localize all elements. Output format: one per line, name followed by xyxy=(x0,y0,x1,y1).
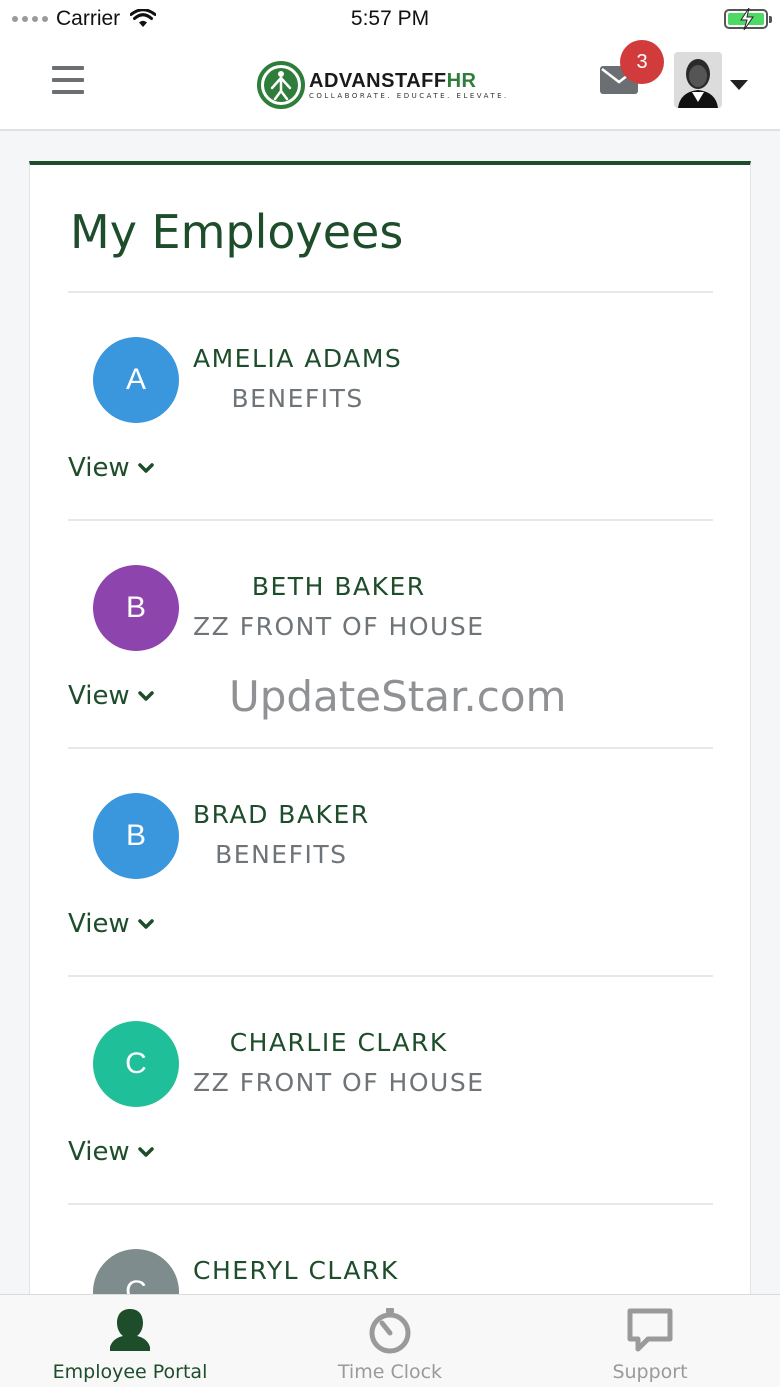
employees-card: My Employees A AMELIA ADAMS BENEFITS Vie… xyxy=(29,161,751,1387)
status-bar: Carrier 5:57 PM xyxy=(0,0,780,40)
person-icon xyxy=(110,1309,150,1351)
employee-department: BENEFITS xyxy=(215,840,348,869)
logo-mark-icon xyxy=(257,61,305,109)
view-employee-button[interactable]: View xyxy=(68,453,154,483)
tab-support[interactable]: Support xyxy=(520,1295,780,1387)
view-employee-button[interactable]: View xyxy=(68,909,154,939)
chevron-down-icon xyxy=(137,463,154,473)
page-title: My Employees xyxy=(70,205,404,259)
view-employee-button[interactable]: View xyxy=(68,681,154,711)
employee-name: BRAD BAKER xyxy=(193,800,370,829)
logo-name-main: ADVANSTAFF xyxy=(309,69,447,92)
user-photo-icon xyxy=(674,52,722,108)
bottom-tab-bar: Employee Portal Time Clock Support xyxy=(0,1294,780,1387)
chevron-down-icon xyxy=(137,691,154,701)
employee-item: A AMELIA ADAMS BENEFITS View xyxy=(68,293,713,521)
status-time: 5:57 PM xyxy=(350,7,430,30)
view-label: View xyxy=(68,909,130,939)
tab-time-clock[interactable]: Time Clock xyxy=(260,1295,520,1387)
employee-name: BETH BAKER xyxy=(251,572,426,601)
employee-department: ZZ FRONT OF HOUSE xyxy=(193,612,485,641)
employee-name: CHERYL CLARK xyxy=(193,1256,399,1285)
employee-name: CHARLIE CLARK xyxy=(229,1028,448,1057)
employee-avatar: B xyxy=(93,565,179,651)
profile-avatar[interactable] xyxy=(674,52,722,108)
employee-name: AMELIA ADAMS xyxy=(193,344,403,373)
view-employee-button[interactable]: View xyxy=(68,1137,154,1167)
employee-department: BENEFITS xyxy=(231,384,364,413)
view-label: View xyxy=(68,1137,130,1167)
notification-badge[interactable]: 3 xyxy=(620,40,664,84)
view-label: View xyxy=(68,453,130,483)
employee-item: C CHARLIE CLARK ZZ FRONT OF HOUSE View xyxy=(68,977,713,1205)
chat-bubble-icon xyxy=(627,1308,673,1352)
watermark-text: UpdateStar.com xyxy=(229,672,567,721)
employee-avatar: C xyxy=(93,1021,179,1107)
logo-tagline: COLLABORATE. EDUCATE. ELEVATE. xyxy=(309,91,509,100)
battery-charging-icon xyxy=(724,8,772,30)
app-header: ADVANSTAFFHR COLLABORATE. EDUCATE. ELEVA… xyxy=(0,40,780,131)
chevron-down-icon xyxy=(137,919,154,929)
tab-label: Time Clock xyxy=(337,1361,443,1383)
chevron-down-icon xyxy=(137,1147,154,1157)
advanstaffhr-logo: ADVANSTAFFHR COLLABORATE. EDUCATE. ELEVA… xyxy=(257,60,527,110)
caret-down-icon[interactable] xyxy=(730,80,748,90)
hamburger-icon[interactable] xyxy=(52,66,84,94)
logo-name-accent: HR xyxy=(446,69,477,92)
view-label: View xyxy=(68,681,130,711)
employee-department: ZZ FRONT OF HOUSE xyxy=(193,1068,485,1097)
tab-label: Employee Portal xyxy=(52,1361,208,1383)
employee-item: B BRAD BAKER BENEFITS View xyxy=(68,749,713,977)
employee-avatar: A xyxy=(93,337,179,423)
tab-label: Support xyxy=(612,1361,688,1383)
stopwatch-icon xyxy=(369,1308,411,1354)
tab-employee-portal[interactable]: Employee Portal xyxy=(0,1295,260,1387)
employee-avatar: B xyxy=(93,793,179,879)
